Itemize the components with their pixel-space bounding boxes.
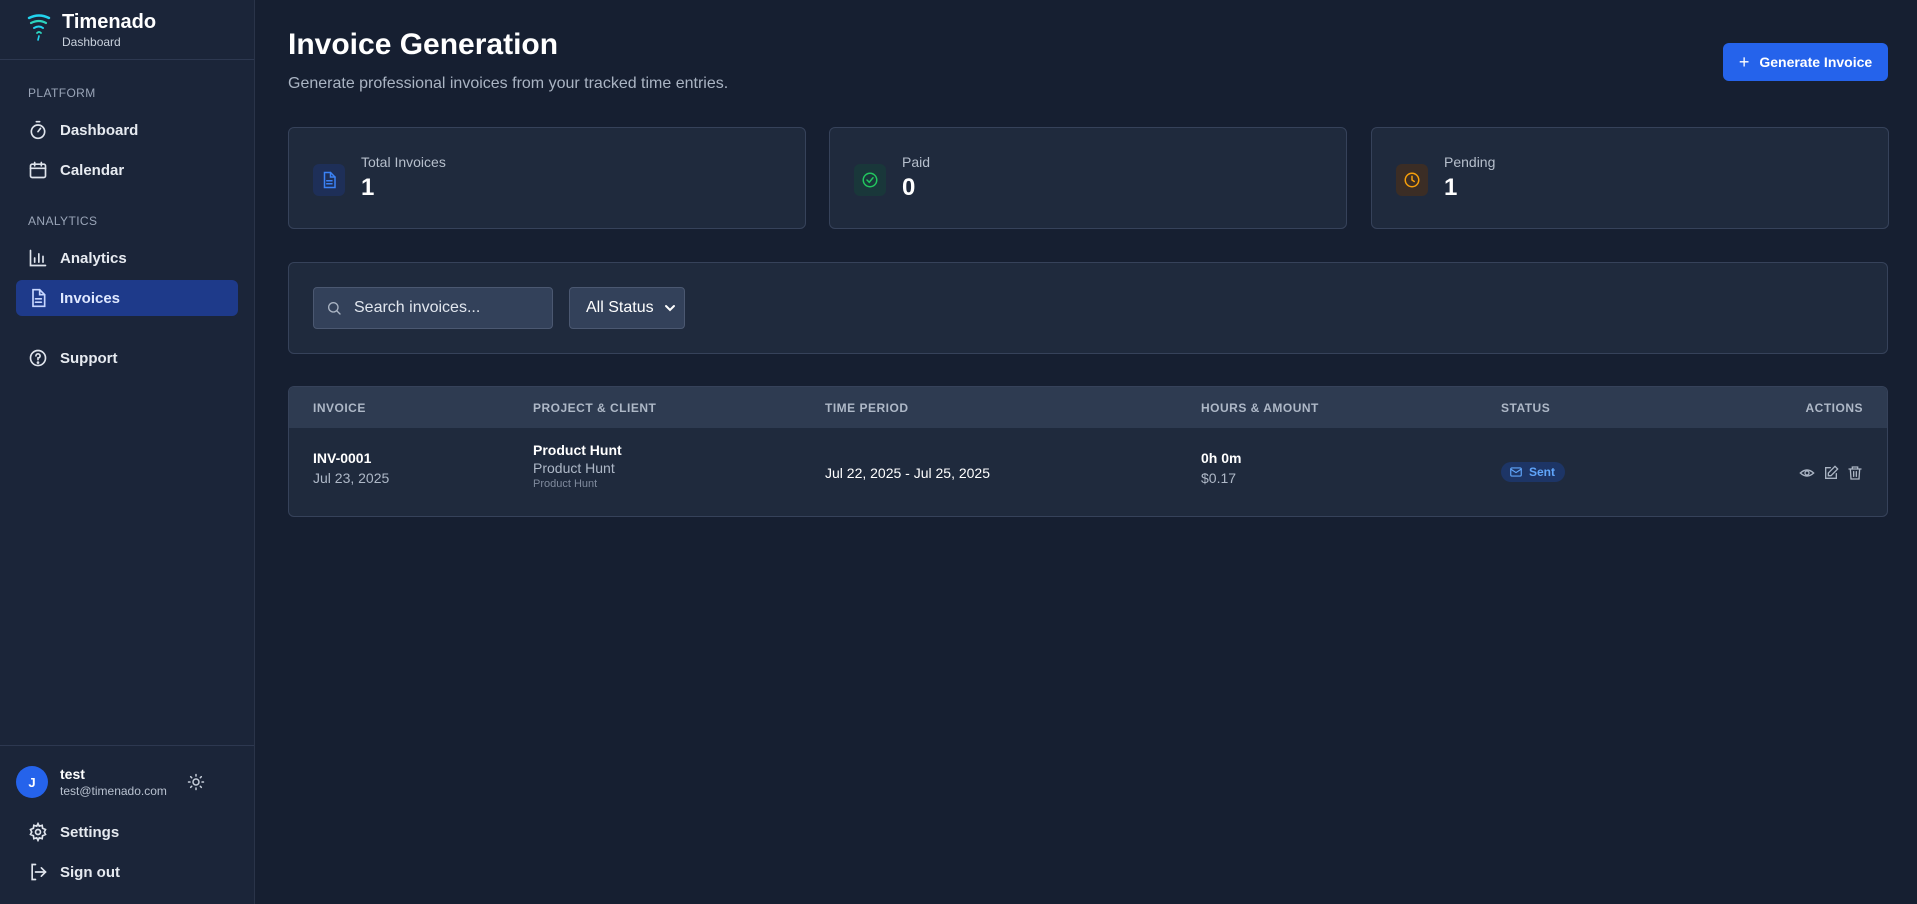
plus-icon: + [1738, 51, 1750, 72]
sign-out-icon [28, 862, 48, 882]
bar-chart-icon [28, 248, 48, 268]
check-circle-icon [854, 164, 886, 196]
status-filter-select[interactable]: All Status [569, 287, 685, 329]
sidebar-item-label: Dashboard [60, 121, 139, 139]
column-header-status: STATUS [1501, 401, 1551, 415]
hours: 0h 0m [1201, 450, 1242, 466]
hours-amount-cell: 0h 0m $0.17 [1201, 449, 1241, 487]
brand[interactable]: Timenado Dashboard [26, 10, 156, 58]
client-detail: Product Hunt [533, 478, 598, 490]
chevron-down-icon [664, 302, 676, 314]
sidebar-item-label: Support [60, 349, 118, 367]
invoice-number[interactable]: INV-0001 [313, 449, 389, 467]
table-header: INVOICE PROJECT & CLIENT TIME PERIOD HOU… [289, 387, 1887, 428]
calendar-icon [28, 160, 48, 180]
user-profile[interactable]: J test test@timenado.com [16, 764, 238, 800]
sidebar-item-dashboard[interactable]: Dashboard [16, 112, 238, 148]
status-filter-value: All Status [586, 299, 654, 316]
sidebar-item-label: Settings [60, 823, 120, 841]
column-header-time-period: TIME PERIOD [825, 401, 909, 415]
search-input[interactable] [352, 298, 546, 318]
file-text-icon [28, 288, 48, 308]
column-header-hours-amount: HOURS & AMOUNT [1201, 401, 1319, 415]
status-label: Sent [1529, 465, 1556, 479]
stat-label: Paid [902, 154, 931, 170]
brand-subtitle: Dashboard [62, 35, 121, 49]
sidebar: Timenado Dashboard PLATFORM Dashboard Ca… [0, 0, 255, 904]
sidebar-item-analytics[interactable]: Analytics [16, 240, 238, 276]
page-subtitle: Generate professional invoices from your… [288, 75, 729, 92]
brand-name: Timenado [62, 11, 157, 33]
clock-icon [1396, 164, 1428, 196]
status-cell: Sent [1501, 462, 1566, 484]
search-field[interactable] [313, 287, 553, 329]
invoices-table: INVOICE PROJECT & CLIENT TIME PERIOD HOU… [288, 386, 1888, 517]
stat-value: 0 [902, 174, 916, 201]
file-text-icon [313, 164, 345, 196]
sidebar-item-calendar[interactable]: Calendar [16, 152, 238, 188]
avatar[interactable]: J [16, 766, 48, 798]
filter-bar: All Status [288, 262, 1888, 354]
mail-icon [1510, 467, 1522, 477]
invoice-date: Jul 23, 2025 [313, 470, 390, 486]
table-row[interactable]: INV-0001 Jul 23, 2025 Product Hunt Produ… [289, 429, 1887, 516]
sidebar-item-invoices[interactable]: Invoices [16, 280, 238, 316]
help-circle-icon [28, 348, 48, 368]
sidebar-item-support[interactable]: Support [16, 340, 238, 376]
timer-icon [28, 120, 48, 140]
status-badge: Sent [1501, 462, 1566, 482]
invoice-cell: INV-0001 Jul 23, 2025 [313, 449, 389, 487]
sidebar-item-label: Calendar [60, 161, 125, 179]
sidebar-item-label: Analytics [60, 249, 127, 267]
project-name: Product Hunt [533, 442, 622, 458]
stat-label: Total Invoices [361, 154, 446, 170]
column-header-invoice: INVOICE [313, 401, 366, 415]
sidebar-item-sign-out[interactable]: Sign out [16, 854, 238, 890]
edit-icon[interactable] [1823, 465, 1839, 481]
sun-icon[interactable] [187, 773, 205, 791]
column-header-project-client: PROJECT & CLIENT [533, 401, 657, 415]
sidebar-item-label: Invoices [60, 289, 121, 307]
sidebar-item-settings[interactable]: Settings [16, 814, 238, 850]
stat-value: 1 [361, 174, 375, 201]
stat-label: Pending [1444, 154, 1496, 170]
time-period: Jul 22, 2025 - Jul 25, 2025 [825, 465, 991, 481]
section-analytics: ANALYTICS [28, 214, 98, 228]
stat-card-total: Total Invoices 1 [288, 127, 806, 229]
page-title: Invoice Generation [288, 28, 559, 61]
project-client-cell: Product Hunt Product Hunt Product Hunt [533, 441, 622, 492]
gear-icon [28, 822, 48, 842]
tornado-logo-icon [26, 12, 52, 42]
trash-icon[interactable] [1847, 465, 1863, 481]
section-platform: PLATFORM [28, 86, 96, 100]
user-email: test@timenado.com [60, 783, 167, 798]
stat-card-pending: Pending 1 [1371, 127, 1889, 229]
amount: $0.17 [1201, 470, 1237, 486]
user-name: test [60, 765, 85, 782]
view-icon[interactable] [1799, 465, 1815, 481]
column-header-actions: ACTIONS [1805, 401, 1863, 415]
client-name: Product Hunt [533, 460, 615, 476]
row-actions [1799, 465, 1863, 481]
generate-invoice-label: Generate Invoice [1759, 54, 1873, 70]
stat-value: 1 [1444, 174, 1458, 201]
stat-card-paid: Paid 0 [829, 127, 1347, 229]
generate-invoice-button[interactable]: + Generate Invoice [1723, 43, 1888, 81]
divider [0, 745, 254, 746]
divider [0, 59, 254, 60]
search-icon [326, 300, 342, 316]
sidebar-item-label: Sign out [60, 863, 120, 881]
